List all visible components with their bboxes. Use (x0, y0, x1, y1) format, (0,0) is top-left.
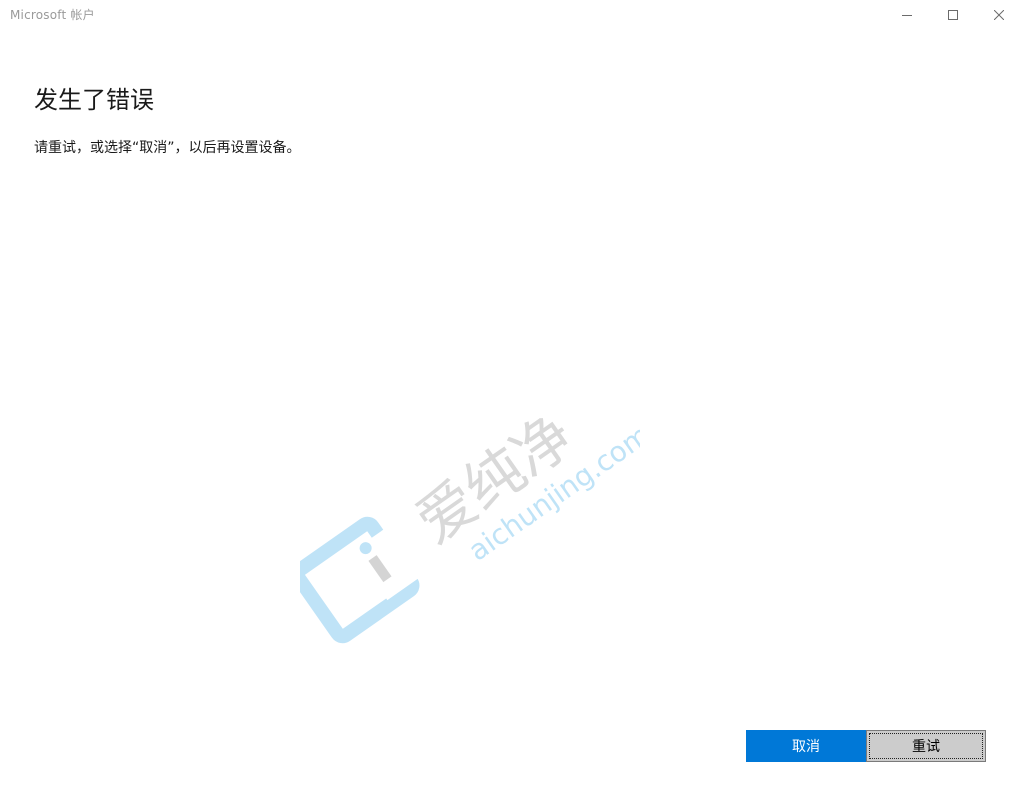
watermark-url-text: aichunjing.com (462, 418, 640, 567)
minimize-icon (902, 10, 912, 20)
watermark-logo-icon (290, 516, 421, 644)
watermark: 爱纯净 aichunjing.com (290, 395, 656, 655)
maximize-icon (948, 10, 958, 20)
maximize-button[interactable] (930, 0, 976, 30)
watermark-cn-text: 爱纯净 (404, 401, 586, 557)
app-window: Microsoft 帐户 发生了错误 请重试，或选择“取消”，以后再设置设备。 (0, 0, 1021, 794)
close-icon (994, 10, 1004, 20)
minimize-button[interactable] (884, 0, 930, 30)
error-heading: 发生了错误 (34, 86, 154, 114)
retry-button[interactable]: 重试 (866, 730, 986, 762)
close-button[interactable] (976, 0, 1021, 30)
window-title: Microsoft 帐户 (10, 8, 95, 22)
cancel-button[interactable]: 取消 (746, 730, 866, 762)
title-bar[interactable]: Microsoft 帐户 (0, 0, 1021, 30)
error-message: 请重试，或选择“取消”，以后再设置设备。 (34, 140, 301, 156)
